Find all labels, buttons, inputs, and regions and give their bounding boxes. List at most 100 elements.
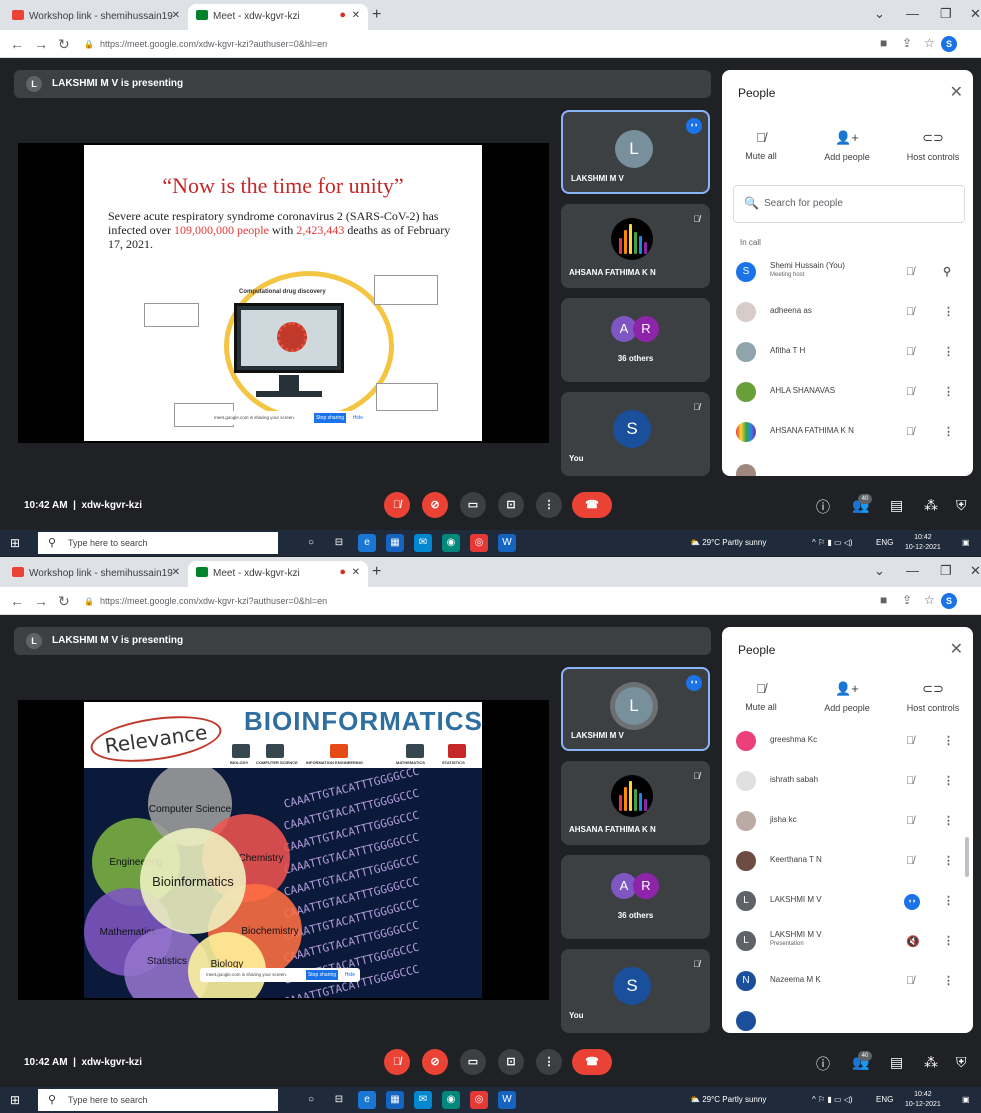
reload-button[interactable]: ↻ bbox=[58, 36, 70, 53]
activities-icon[interactable]: ⁂ bbox=[924, 1054, 938, 1071]
more-options-icon[interactable]: ⋮ bbox=[943, 345, 954, 358]
profile-avatar[interactable]: S bbox=[941, 36, 957, 52]
activities-icon[interactable]: ⁂ bbox=[924, 497, 938, 514]
system-tray-icons[interactable]: ^ ⚐ ▮ ▭ ◁) bbox=[812, 1095, 853, 1104]
bookmark-star-icon[interactable]: ☆ bbox=[924, 36, 935, 50]
back-button[interactable]: ← bbox=[10, 593, 24, 609]
camera-icon[interactable]: ■ bbox=[880, 593, 887, 607]
host-safety-icon[interactable]: ⛨ bbox=[956, 497, 967, 514]
tab-workshop-link[interactable]: Workshop link - shemihussain19 ✕ bbox=[4, 561, 188, 587]
meeting-details-icon[interactable]: ⓘ bbox=[816, 497, 830, 517]
person-row[interactable]: AHLA SHANAVAS 🎙̸ ⋮ bbox=[722, 376, 973, 412]
maximize-button[interactable]: ❐ bbox=[940, 6, 952, 22]
tab-workshop-link[interactable]: Workshop link - shemihussain19 ✕ bbox=[4, 4, 188, 30]
mute-all-button[interactable]: 🎙̸ Mute all bbox=[726, 130, 796, 161]
close-panel-icon[interactable]: ✕ bbox=[950, 82, 963, 102]
meeting-details-icon[interactable]: ⓘ bbox=[816, 1054, 830, 1074]
person-row[interactable]: ishrath sabah 🎙̸ ⋮ bbox=[722, 765, 973, 801]
more-options-icon[interactable]: ⋮ bbox=[943, 734, 954, 747]
tab-meet[interactable]: Meet - xdw-kgvr-kzi ● ✕ bbox=[188, 561, 368, 587]
host-safety-icon[interactable]: ⛨ bbox=[956, 1054, 967, 1071]
camera-icon[interactable]: ■ bbox=[880, 36, 887, 50]
notifications-icon[interactable]: ▣ bbox=[962, 538, 970, 547]
people-icon[interactable]: 👥 40 bbox=[852, 494, 872, 514]
url-field[interactable]: 🔒 https://meet.google.com/xdw-kgvr-kzi?au… bbox=[84, 592, 834, 611]
tile-others[interactable]: A R 36 others bbox=[561, 855, 710, 939]
hide-button[interactable]: Hide bbox=[353, 415, 363, 421]
tab-search-icon[interactable]: ⌄ bbox=[874, 6, 885, 22]
hide-button[interactable]: Hide bbox=[345, 972, 355, 978]
close-tab-icon[interactable]: ✕ bbox=[172, 567, 180, 578]
host-controls-button[interactable]: ⊂⊃ Host controls bbox=[898, 681, 968, 713]
new-tab-button[interactable]: + bbox=[372, 563, 381, 581]
share-icon[interactable]: ⇪ bbox=[902, 36, 912, 50]
minimize-button[interactable]: — bbox=[906, 563, 919, 578]
edge-icon[interactable]: e bbox=[358, 1091, 376, 1109]
close-tab-icon[interactable]: ✕ bbox=[172, 10, 180, 21]
notifications-icon[interactable]: ▣ bbox=[962, 1095, 970, 1104]
task-view-icon[interactable]: ⊟ bbox=[330, 534, 348, 552]
mail-icon[interactable]: ✉ bbox=[414, 534, 432, 552]
reload-button[interactable]: ↻ bbox=[58, 593, 70, 610]
close-window-button[interactable]: ✕ bbox=[970, 6, 981, 22]
tile-presenter[interactable]: L ◖◗ LAKSHMI M V bbox=[561, 667, 710, 751]
person-row[interactable]: greeshma Kc 🎙̸ ⋮ bbox=[722, 725, 973, 761]
close-panel-icon[interactable]: ✕ bbox=[950, 639, 963, 659]
tab-meet[interactable]: Meet - xdw-kgvr-kzi ● ✕ bbox=[188, 4, 368, 30]
person-row[interactable]: S Shemi Hussain (You) Meeting host 🎙̸ ⚲ bbox=[722, 256, 973, 292]
url-field[interactable]: 🔒 https://meet.google.com/xdw-kgvr-kzi?au… bbox=[84, 35, 834, 54]
cortana-icon[interactable]: ○ bbox=[302, 1091, 320, 1109]
taskbar-clock[interactable]: 10:42 10-12-2021 bbox=[905, 1090, 941, 1110]
forward-button[interactable]: → bbox=[34, 593, 48, 609]
more-options-icon[interactable]: ⋮ bbox=[943, 894, 954, 907]
close-window-button[interactable]: ✕ bbox=[970, 563, 981, 579]
profile-avatar[interactable]: S bbox=[941, 593, 957, 609]
person-row[interactable]: Keerthana T N 🎙̸ ⋮ bbox=[722, 845, 973, 881]
weather-widget[interactable]: ⛅ 29°C Partly sunny bbox=[690, 538, 766, 547]
person-row[interactable]: adheena as 🎙̸ ⋮ bbox=[722, 296, 973, 332]
task-view-icon[interactable]: ⊟ bbox=[330, 1091, 348, 1109]
more-options-button[interactable]: ⋮ bbox=[536, 1049, 562, 1075]
app-icon[interactable]: ◉ bbox=[442, 1091, 460, 1109]
close-tab-icon[interactable]: ✕ bbox=[352, 10, 360, 21]
minimize-button[interactable]: — bbox=[906, 6, 919, 21]
chrome-icon[interactable]: ◎ bbox=[470, 534, 488, 552]
mic-off-button[interactable]: 🎙̸ bbox=[384, 492, 410, 518]
add-people-button[interactable]: 👤+ Add people bbox=[812, 681, 882, 713]
word-icon[interactable]: W bbox=[498, 534, 516, 552]
weather-widget[interactable]: ⛅ 29°C Partly sunny bbox=[690, 1095, 766, 1104]
present-button[interactable]: ⊡ bbox=[498, 492, 524, 518]
person-row[interactable]: L LAKSHMI M V ◖◗ ⋮ bbox=[722, 885, 973, 921]
person-row[interactable] bbox=[722, 458, 973, 476]
system-tray-icons[interactable]: ^ ⚐ ▮ ▭ ◁) bbox=[812, 538, 853, 547]
windows-start-icon[interactable]: ⊞ bbox=[10, 536, 20, 550]
mute-all-button[interactable]: 🎙̸ Mute all bbox=[726, 681, 796, 712]
more-options-icon[interactable]: ⋮ bbox=[943, 814, 954, 827]
more-options-icon[interactable]: ⋮ bbox=[943, 305, 954, 318]
language-indicator[interactable]: ENG bbox=[876, 1095, 893, 1104]
tile-others[interactable]: A R 36 others bbox=[561, 298, 710, 382]
mail-icon[interactable]: ✉ bbox=[414, 1091, 432, 1109]
person-row[interactable]: jisha kc 🎙̸ ⋮ bbox=[722, 805, 973, 841]
more-options-icon[interactable]: ⋮ bbox=[943, 425, 954, 438]
pin-icon[interactable]: ⚲ bbox=[943, 265, 951, 278]
cortana-icon[interactable]: ○ bbox=[302, 534, 320, 552]
leave-call-button[interactable]: ☎ bbox=[572, 492, 612, 518]
tile-presenter[interactable]: L ◖◗ LAKSHMI M V bbox=[561, 110, 710, 194]
chat-icon[interactable]: ▤ bbox=[890, 1054, 903, 1071]
windows-start-icon[interactable]: ⊞ bbox=[10, 1093, 20, 1107]
language-indicator[interactable]: ENG bbox=[876, 538, 893, 547]
person-row[interactable]: Afitha T H 🎙̸ ⋮ bbox=[722, 336, 973, 372]
taskbar-search-input[interactable]: ⚲ Type here to search bbox=[38, 532, 278, 554]
store-icon[interactable]: ▦ bbox=[386, 534, 404, 552]
word-icon[interactable]: W bbox=[498, 1091, 516, 1109]
more-options-icon[interactable]: ⋮ bbox=[943, 974, 954, 987]
captions-button[interactable]: ▭ bbox=[460, 492, 486, 518]
back-button[interactable]: ← bbox=[10, 36, 24, 52]
forward-button[interactable]: → bbox=[34, 36, 48, 52]
bookmark-star-icon[interactable]: ☆ bbox=[924, 593, 935, 607]
more-options-icon[interactable]: ⋮ bbox=[943, 774, 954, 787]
more-options-icon[interactable]: ⋮ bbox=[943, 854, 954, 867]
stop-sharing-button[interactable]: Stop sharing bbox=[306, 970, 338, 980]
search-people-input[interactable]: 🔍 Search for people bbox=[733, 185, 965, 223]
